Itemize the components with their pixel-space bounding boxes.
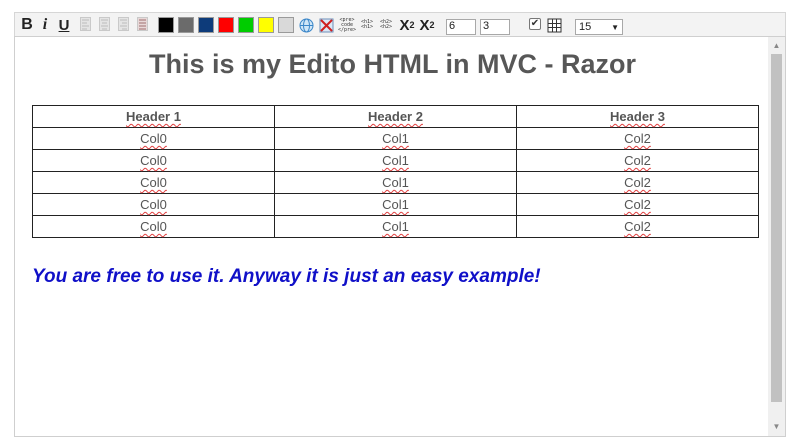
table-row: Col0 Col1 Col2 (32, 149, 759, 172)
table-cell: Col0 (32, 215, 275, 238)
subscript-label: X (399, 16, 410, 34)
cell-text: Col2 (624, 153, 651, 168)
cell-text: Col0 (140, 219, 167, 234)
cell-text: Col1 (382, 219, 409, 234)
table-cell: Col2 (516, 215, 759, 238)
table-header-checkbox[interactable]: ✔ (529, 18, 541, 30)
align-right-icon[interactable] (118, 17, 129, 31)
superscript-label: X (419, 16, 430, 34)
color-black-swatch[interactable] (158, 17, 174, 33)
cell-text: Col2 (624, 219, 651, 234)
scroll-down-icon[interactable]: ▼ (768, 420, 785, 434)
table-header-row: Header 1 Header 2 Header 3 (32, 105, 759, 128)
table-row: Col0 Col1 Col2 (32, 215, 759, 238)
table-row: Col0 Col1 Col2 (32, 171, 759, 194)
header-2-text: Header 2 (368, 109, 423, 124)
align-center-icon[interactable] (99, 17, 110, 31)
table-cell: Col2 (516, 171, 759, 194)
cell-text: Col2 (624, 175, 651, 190)
cell-text: Col1 (382, 175, 409, 190)
body-note: You are free to use it. Anyway it is jus… (32, 266, 541, 287)
globe-icon[interactable] (298, 17, 314, 33)
cell-text: Col1 (382, 153, 409, 168)
table-cell: Col1 (274, 215, 517, 238)
table-cell: Col2 (516, 127, 759, 150)
color-red-swatch[interactable] (218, 17, 234, 33)
cell-text: Col0 (140, 153, 167, 168)
table-row: Col0 Col1 Col2 (32, 193, 759, 216)
document-title-text: This is my Edito HTML in MVC - Razor (148, 49, 637, 79)
table-rows-input[interactable]: 6 (446, 19, 476, 35)
table-cell: Col2 (516, 149, 759, 172)
table-cols-input[interactable]: 3 (480, 19, 510, 35)
cell-text: Col1 (382, 131, 409, 146)
font-size-value: 15 (579, 21, 592, 33)
font-size-select[interactable]: 15 ▼ (575, 19, 623, 35)
remove-link-icon[interactable] (318, 17, 334, 33)
editor-content-area[interactable]: This is my Edito HTML in MVC - Razor Hea… (14, 36, 786, 437)
color-lightgray-swatch[interactable] (278, 17, 294, 33)
align-justify-icon[interactable] (137, 17, 148, 31)
italic-button[interactable]: i (39, 16, 51, 33)
color-navy-swatch[interactable] (198, 17, 214, 33)
table-cell: Col0 (32, 127, 275, 150)
content-table: Header 1 Header 2 Header 3 Col0 Col1 Col… (32, 105, 759, 238)
table-cell: Col1 (274, 149, 517, 172)
cell-text: Col0 (140, 175, 167, 190)
scroll-up-icon[interactable]: ▲ (768, 39, 785, 53)
table-cell: Col0 (32, 193, 275, 216)
cell-text: Col0 (140, 197, 167, 212)
cell-text: Col2 (624, 131, 651, 146)
underline-button[interactable]: U (57, 17, 71, 34)
code-block-button[interactable]: <pre> code </pre> (338, 17, 356, 33)
table-cell: Col0 (32, 149, 275, 172)
editor-toolbar: B i U <pre> code </pre> <h1> <h1> <h2> <… (14, 12, 786, 36)
subscript-button[interactable]: X2 (399, 16, 415, 34)
chevron-down-icon: ▼ (611, 22, 619, 32)
insert-table-icon[interactable] (546, 17, 562, 33)
scroll-thumb[interactable] (771, 54, 782, 402)
vertical-scrollbar[interactable]: ▲ ▼ (768, 37, 785, 436)
align-left-icon[interactable] (80, 17, 91, 31)
cell-text: Col1 (382, 197, 409, 212)
table-cell: Col2 (516, 193, 759, 216)
table-header-cell: Header 2 (274, 105, 517, 128)
document-title: This is my Edito HTML in MVC - Razor (15, 49, 770, 80)
table-cell: Col1 (274, 127, 517, 150)
header-1-text: Header 1 (126, 109, 181, 124)
header-3-text: Header 3 (610, 109, 665, 124)
table-header-cell: Header 1 (32, 105, 275, 128)
color-green-swatch[interactable] (238, 17, 254, 33)
table-cell: Col1 (274, 193, 517, 216)
h2-button[interactable]: <h2> <h2> (378, 17, 394, 33)
table-cell: Col1 (274, 171, 517, 194)
cell-text: Col0 (140, 131, 167, 146)
bold-button[interactable]: B (20, 16, 34, 33)
cell-text: Col2 (624, 197, 651, 212)
color-yellow-swatch[interactable] (258, 17, 274, 33)
table-cell: Col0 (32, 171, 275, 194)
table-header-cell: Header 3 (516, 105, 759, 128)
table-row: Col0 Col1 Col2 (32, 127, 759, 150)
h1-button[interactable]: <h1> <h1> (359, 17, 375, 33)
color-gray-swatch[interactable] (178, 17, 194, 33)
superscript-mark: 2 (429, 20, 435, 30)
subscript-mark: 2 (409, 20, 415, 30)
superscript-button[interactable]: X2 (419, 16, 435, 34)
